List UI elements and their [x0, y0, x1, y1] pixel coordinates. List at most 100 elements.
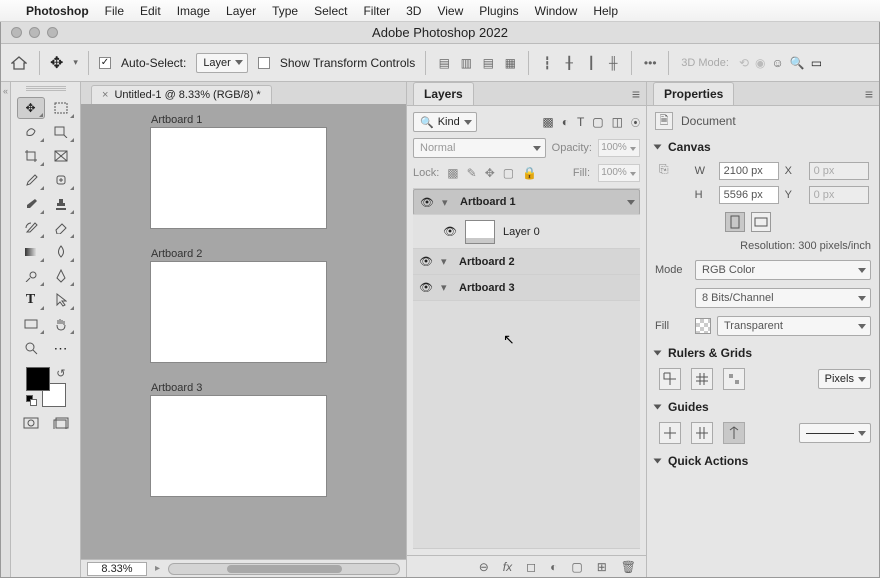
- quick-actions-header[interactable]: Quick Actions: [655, 454, 871, 468]
- document-tab[interactable]: × Untitled-1 @ 8.33% (RGB/8) *: [91, 85, 272, 104]
- disclosure-icon[interactable]: ▾: [441, 281, 451, 294]
- eyedropper-tool[interactable]: [17, 169, 45, 191]
- menubar-app[interactable]: Photoshop: [26, 4, 89, 18]
- show-transform-checkbox[interactable]: [258, 57, 270, 69]
- workspace-icon[interactable]: ▭: [811, 56, 822, 70]
- lock-image-icon[interactable]: ✎: [467, 166, 477, 180]
- align-hcenter-icon[interactable]: ▥: [458, 55, 474, 71]
- frame-tool[interactable]: [47, 145, 75, 167]
- filter-adjust-icon[interactable]: ◐: [562, 115, 569, 129]
- filter-pixel-icon[interactable]: ▩: [542, 115, 553, 129]
- menu-image[interactable]: Image: [177, 4, 210, 18]
- filter-type-icon[interactable]: T: [577, 115, 584, 129]
- canvas-fill-select[interactable]: Transparent: [717, 316, 871, 336]
- marquee-tool[interactable]: [47, 97, 75, 119]
- ruler-icon[interactable]: [659, 368, 681, 390]
- artboard-label[interactable]: Artboard 2: [151, 248, 202, 260]
- layer-row[interactable]: 👁 ▾ Artboard 2: [413, 249, 640, 275]
- menu-3d[interactable]: 3D: [406, 4, 421, 18]
- lock-position-icon[interactable]: ✥: [485, 166, 495, 180]
- path-select-tool[interactable]: [47, 289, 75, 311]
- smart-guides-icon[interactable]: [723, 422, 745, 444]
- layer-name[interactable]: Layer 0: [503, 226, 540, 238]
- layer-mask-icon[interactable]: ◻: [526, 560, 536, 574]
- pen-tool[interactable]: [47, 265, 75, 287]
- filter-shape-icon[interactable]: ▢: [592, 115, 603, 129]
- blur-tool[interactable]: [47, 241, 75, 263]
- menu-layer[interactable]: Layer: [226, 4, 256, 18]
- align-top-icon[interactable]: ▦: [502, 55, 518, 71]
- width-field[interactable]: 2100 px: [719, 162, 779, 180]
- quick-mask-icon[interactable]: [23, 417, 39, 429]
- hand-tool[interactable]: [47, 313, 75, 335]
- align-left-icon[interactable]: ▤: [436, 55, 452, 71]
- guides-lock-icon[interactable]: [691, 422, 713, 444]
- traffic-minimize[interactable]: [29, 27, 40, 38]
- lock-all-icon[interactable]: 🔒: [522, 166, 537, 180]
- auto-select-target[interactable]: Layer: [196, 53, 248, 73]
- color-swatches[interactable]: ↺: [26, 367, 66, 407]
- bit-depth-select[interactable]: 8 Bits/Channel: [695, 288, 871, 308]
- x-field[interactable]: 0 px: [809, 162, 869, 180]
- ruler-units-select[interactable]: Pixels: [818, 369, 871, 389]
- search-icon[interactable]: 🔍: [790, 56, 805, 70]
- disclosure-icon[interactable]: ▾: [442, 196, 452, 209]
- zoom-tool[interactable]: [17, 337, 45, 359]
- eraser-tool[interactable]: [47, 217, 75, 239]
- status-chevron-icon[interactable]: ▸: [155, 563, 160, 574]
- layer-row[interactable]: 👁 ▾ Artboard 3: [413, 275, 640, 301]
- fill-opacity-field[interactable]: 100%: [598, 164, 640, 182]
- menu-plugins[interactable]: Plugins: [479, 4, 518, 18]
- menu-file[interactable]: File: [105, 4, 124, 18]
- menu-help[interactable]: Help: [593, 4, 618, 18]
- healing-tool[interactable]: [47, 169, 75, 191]
- dodge-tool[interactable]: [17, 265, 45, 287]
- default-colors-icon[interactable]: [26, 395, 38, 407]
- layer-fx-icon[interactable]: fx: [503, 560, 512, 574]
- artboard-canvas[interactable]: [151, 128, 326, 228]
- guides-toggle-icon[interactable]: [659, 422, 681, 444]
- 3d-orbit-icon[interactable]: ⟲: [739, 56, 749, 70]
- layer-group-icon[interactable]: ▢: [571, 560, 582, 574]
- guides-section-header[interactable]: Guides: [655, 400, 871, 414]
- properties-tab[interactable]: Properties: [653, 82, 734, 105]
- panel-menu-icon[interactable]: ≡: [632, 86, 640, 102]
- align-right-icon[interactable]: ▤: [480, 55, 496, 71]
- rectangle-tool[interactable]: [17, 313, 45, 335]
- layer-row[interactable]: 👁 ▾ Artboard 1: [413, 189, 640, 215]
- screen-mode-icon[interactable]: [53, 417, 69, 429]
- panel-grip[interactable]: [26, 86, 66, 94]
- stamp-tool[interactable]: [47, 193, 75, 215]
- visibility-icon[interactable]: 👁: [443, 225, 457, 238]
- canvas-section-header[interactable]: Canvas: [655, 140, 871, 154]
- menu-select[interactable]: Select: [314, 4, 347, 18]
- crop-tool[interactable]: [17, 145, 45, 167]
- orientation-landscape-icon[interactable]: [751, 212, 771, 232]
- guide-style-select[interactable]: [799, 423, 871, 443]
- visibility-icon[interactable]: 👁: [419, 255, 433, 268]
- selection-tool[interactable]: [47, 121, 75, 143]
- layers-tab[interactable]: Layers: [413, 82, 474, 105]
- blend-mode-select[interactable]: Normal: [413, 138, 546, 158]
- new-layer-icon[interactable]: ⊞: [597, 560, 607, 574]
- link-dimensions-icon[interactable]: ⎘: [659, 162, 669, 204]
- traffic-close[interactable]: [11, 27, 22, 38]
- artboard-canvas[interactable]: [151, 396, 326, 496]
- distribute-h-icon[interactable]: ┇: [539, 55, 555, 71]
- y-field[interactable]: 0 px: [809, 186, 869, 204]
- artboard-canvas[interactable]: [151, 262, 326, 362]
- 3d-light-icon[interactable]: ☺: [771, 56, 783, 70]
- layer-thumbnail[interactable]: [465, 220, 495, 244]
- edit-toolbar[interactable]: ⋯: [47, 337, 75, 359]
- zoom-field[interactable]: 8.33%: [87, 562, 147, 576]
- foreground-color[interactable]: [26, 367, 50, 391]
- lock-artboard-icon[interactable]: ▢: [503, 166, 514, 180]
- more-icon[interactable]: •••: [642, 55, 658, 71]
- layer-row[interactable]: 👁 Layer 0: [413, 215, 640, 249]
- grid-icon[interactable]: [691, 368, 713, 390]
- color-mode-select[interactable]: RGB Color: [695, 260, 871, 280]
- layer-name[interactable]: Artboard 3: [459, 282, 515, 294]
- menu-filter[interactable]: Filter: [363, 4, 390, 18]
- filter-toggle[interactable]: ⦿: [631, 116, 640, 129]
- horizontal-scrollbar[interactable]: [168, 563, 400, 575]
